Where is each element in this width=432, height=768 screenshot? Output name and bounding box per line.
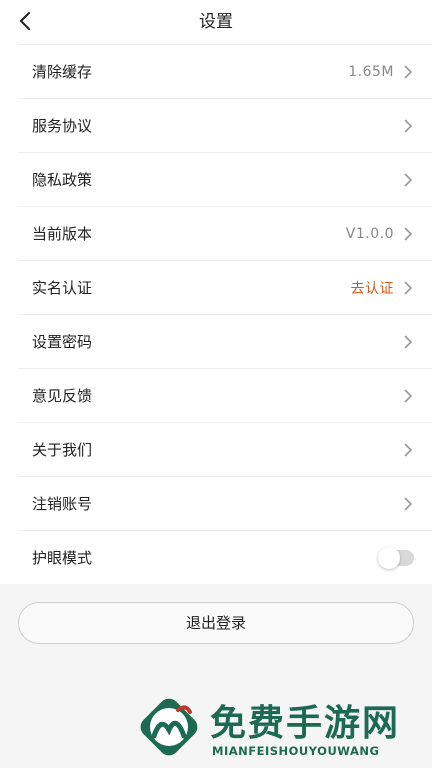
setting-row-current-version[interactable]: 当前版本 V1.0.0	[18, 206, 432, 260]
page-title: 设置	[199, 12, 233, 32]
chevron-right-icon	[404, 118, 413, 133]
header-bar: 设置	[0, 0, 432, 44]
settings-list: 清除缓存 1.65M 服务协议 隐私政策 当前版本 V1.0.0 实名认证 去认…	[0, 44, 432, 584]
setting-row-clear-cache[interactable]: 清除缓存 1.65M	[18, 44, 432, 98]
chevron-right-icon	[404, 64, 413, 79]
setting-label: 注销账号	[32, 495, 93, 513]
setting-row-real-name-auth[interactable]: 实名认证 去认证	[18, 260, 432, 314]
setting-label: 实名认证	[32, 279, 93, 297]
chevron-right-icon	[404, 226, 413, 241]
setting-row-service-agreement[interactable]: 服务协议	[18, 98, 432, 152]
chevron-right-icon	[404, 280, 413, 295]
setting-label: 隐私政策	[32, 171, 93, 189]
auth-status-link[interactable]: 去认证	[351, 278, 395, 298]
setting-row-privacy-policy[interactable]: 隐私政策	[18, 152, 432, 206]
setting-row-feedback[interactable]: 意见反馈	[18, 368, 432, 422]
watermark-logo-icon	[140, 698, 198, 756]
chevron-right-icon	[404, 496, 413, 511]
setting-row-cancel-account[interactable]: 注销账号	[18, 476, 432, 530]
watermark-subtitle: MIANFEISHOUYOUWANG	[212, 744, 380, 758]
eye-mode-toggle[interactable]	[378, 546, 414, 569]
setting-row-set-password[interactable]: 设置密码	[18, 314, 432, 368]
setting-label: 意见反馈	[32, 387, 93, 405]
setting-label: 关于我们	[32, 441, 93, 459]
chevron-right-icon	[404, 172, 413, 187]
setting-row-about-us[interactable]: 关于我们	[18, 422, 432, 476]
setting-label: 设置密码	[32, 333, 93, 351]
chevron-right-icon	[404, 334, 413, 349]
watermark-title: 免费手游网	[210, 702, 401, 744]
cache-size-value: 1.65M	[348, 63, 394, 80]
chevron-right-icon	[404, 442, 413, 457]
setting-label: 清除缓存	[32, 63, 93, 81]
toggle-knob	[378, 546, 400, 569]
logout-button[interactable]: 退出登录	[18, 602, 414, 644]
version-value: V1.0.0	[345, 225, 394, 242]
setting-label: 护眼模式	[32, 549, 93, 567]
setting-label: 服务协议	[32, 117, 93, 135]
watermark: 免费手游网 MIANFEISHOUYOUWANG	[134, 690, 424, 766]
setting-row-eye-mode: 护眼模式	[18, 530, 432, 584]
chevron-right-icon	[404, 388, 413, 403]
setting-label: 当前版本	[32, 225, 93, 243]
